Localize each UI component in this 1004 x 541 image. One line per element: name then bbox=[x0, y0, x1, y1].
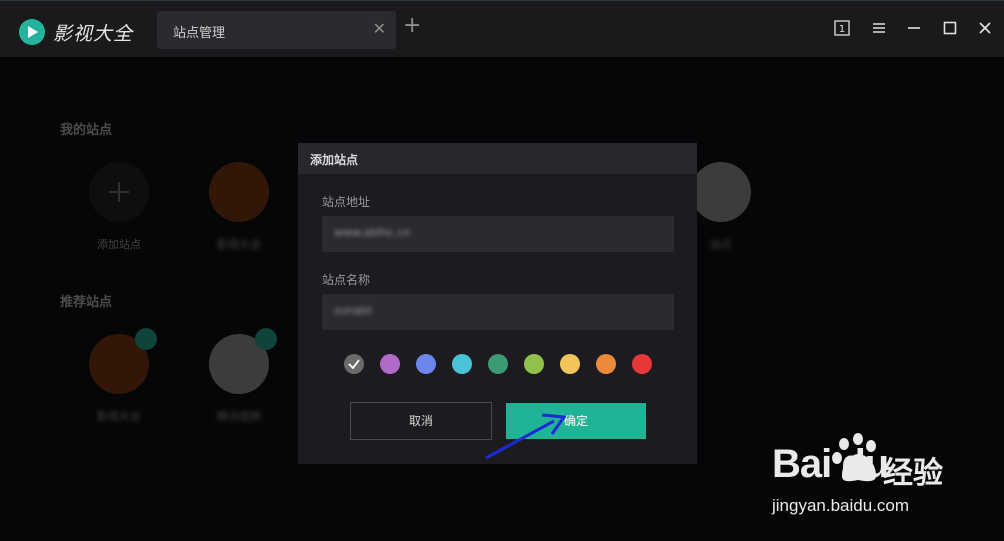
color-swatch[interactable] bbox=[488, 354, 508, 374]
color-swatch[interactable] bbox=[524, 354, 544, 374]
app-logo-icon bbox=[19, 19, 45, 45]
cancel-button[interactable]: 取消 bbox=[350, 402, 492, 440]
site-name-label: 站点名称 bbox=[322, 273, 371, 287]
site-url-label: 站点地址 bbox=[322, 195, 371, 209]
site-url-value: www.abfnc.cn bbox=[334, 226, 411, 239]
tab-close-icon[interactable]: ✕ bbox=[373, 19, 386, 38]
title-bar: 影视大全 站点管理 ✕ + 1 bbox=[0, 0, 1004, 57]
menu-icon[interactable] bbox=[871, 20, 889, 38]
new-tab-button[interactable]: + bbox=[403, 15, 421, 37]
app-window: 影视大全 站点管理 ✕ + 1 我的站点 添加站点 影视大全 站点 推荐站点 影… bbox=[0, 0, 1004, 541]
baidu-watermark: Bai du 经验 jingyan.baidu.com bbox=[770, 432, 970, 522]
color-swatch[interactable] bbox=[344, 354, 364, 374]
dialog-title: 添加站点 bbox=[298, 143, 697, 174]
tab-label: 站点管理 bbox=[173, 26, 226, 41]
tab-site-management[interactable]: 站点管理 ✕ bbox=[157, 11, 396, 49]
watermark-brand: Bai du bbox=[772, 442, 889, 486]
mini-mode-button[interactable]: 1 bbox=[834, 20, 852, 38]
color-swatch[interactable] bbox=[452, 354, 472, 374]
color-swatch[interactable] bbox=[380, 354, 400, 374]
site-name-value: zunabt bbox=[334, 304, 372, 317]
site-url-input[interactable]: www.abfnc.cn bbox=[322, 216, 674, 252]
color-swatch[interactable] bbox=[560, 354, 580, 374]
site-name-input[interactable]: zunabt bbox=[322, 294, 674, 330]
check-icon bbox=[348, 359, 360, 370]
mini-mode-icon: 1 bbox=[839, 24, 845, 35]
watermark-url: jingyan.baidu.com bbox=[772, 496, 910, 515]
color-swatch[interactable] bbox=[596, 354, 616, 374]
app-name: 影视大全 bbox=[53, 23, 134, 45]
annotation-arrow-icon bbox=[485, 413, 567, 460]
watermark-cn: 经验 bbox=[883, 456, 943, 491]
color-swatch[interactable] bbox=[632, 354, 652, 374]
maximize-icon[interactable] bbox=[942, 20, 960, 38]
close-icon[interactable] bbox=[977, 20, 995, 38]
color-swatch[interactable] bbox=[416, 354, 436, 374]
minimize-icon[interactable] bbox=[906, 20, 924, 38]
